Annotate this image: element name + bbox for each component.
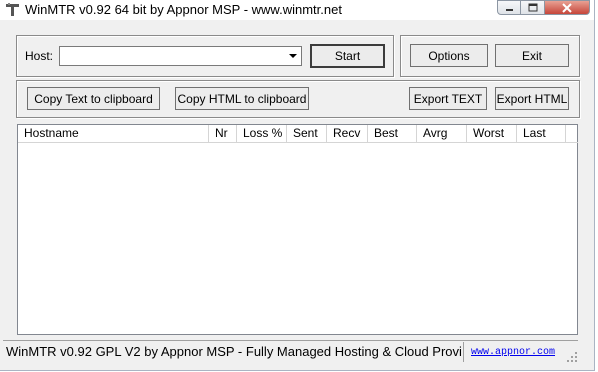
column-header-last[interactable]: Last <box>517 125 566 142</box>
export-html-button[interactable]: Export HTML <box>495 87 569 110</box>
export-text-button[interactable]: Export TEXT <box>409 87 487 110</box>
status-text: WinMTR v0.92 GPL V2 by Appnor MSP - Full… <box>6 344 462 359</box>
appnor-link[interactable]: www.appnor.com <box>471 347 555 358</box>
column-header-hostname[interactable]: Hostname <box>18 125 209 142</box>
status-bar: WinMTR v0.92 GPL V2 by Appnor MSP - Full… <box>3 340 578 363</box>
column-header-recv[interactable]: Recv <box>327 125 368 142</box>
minimize-icon <box>505 8 513 11</box>
column-header-nr[interactable]: Nr <box>209 125 237 142</box>
column-header-loss[interactable]: Loss % <box>237 125 287 142</box>
start-button[interactable]: Start <box>310 44 385 68</box>
status-divider <box>463 342 464 362</box>
chevron-down-icon <box>289 53 297 58</box>
column-header-best[interactable]: Best <box>368 125 417 142</box>
column-header-avrg[interactable]: Avrg <box>417 125 467 142</box>
exit-button[interactable]: Exit <box>495 44 569 67</box>
app-icon <box>6 3 19 16</box>
host-dropdown-button[interactable] <box>286 48 300 64</box>
host-input[interactable] <box>62 48 282 64</box>
column-header-sent[interactable]: Sent <box>287 125 327 142</box>
results-list[interactable]: Hostname Nr Loss % Sent Recv Best Avrg W… <box>17 124 578 335</box>
close-icon <box>562 2 572 13</box>
winmtr-window: WinMTR v0.92 64 bit by Appnor MSP - www.… <box>0 0 595 371</box>
resize-grip-icon[interactable] <box>566 351 578 363</box>
column-header-worst[interactable]: Worst <box>467 125 517 142</box>
caption-buttons <box>497 0 590 16</box>
host-label: Host: <box>25 49 54 63</box>
list-header: Hostname Nr Loss % Sent Recv Best Avrg W… <box>18 125 578 143</box>
minimize-button[interactable] <box>497 0 521 15</box>
copy-html-button[interactable]: Copy HTML to clipboard <box>175 87 309 110</box>
window-title: WinMTR v0.92 64 bit by Appnor MSP - www.… <box>25 2 342 17</box>
copy-text-button[interactable]: Copy Text to clipboard <box>27 87 160 110</box>
close-button[interactable] <box>545 0 590 15</box>
options-button[interactable]: Options <box>410 44 488 67</box>
title-bar[interactable]: WinMTR v0.92 64 bit by Appnor MSP - www.… <box>0 0 594 20</box>
host-combobox[interactable] <box>59 46 302 66</box>
column-header-filler <box>566 125 578 142</box>
maximize-icon <box>528 3 537 12</box>
maximize-button[interactable] <box>521 0 545 15</box>
